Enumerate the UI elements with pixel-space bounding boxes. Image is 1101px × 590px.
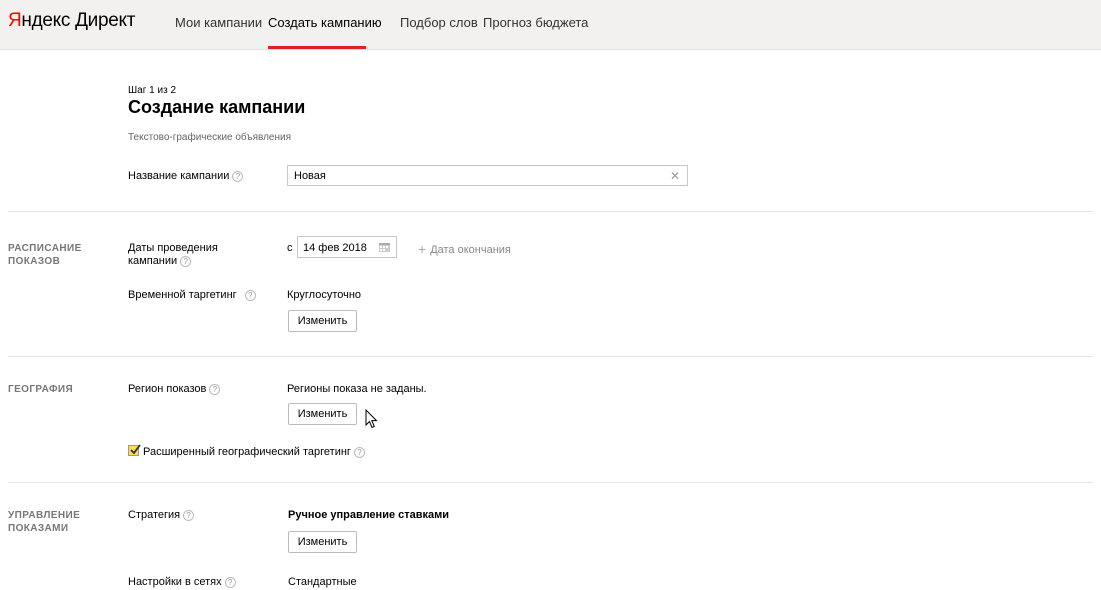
region-value: Регионы показа не заданы. [287, 383, 427, 395]
checkmark-icon [130, 444, 141, 455]
add-end-date-label: Дата окончания [430, 244, 511, 256]
help-icon[interactable]: ? [209, 384, 221, 395]
extended-geo-label[interactable]: Расширенный географический таргетинг? [143, 446, 365, 458]
strategy-value: Ручное управление ставками [288, 509, 450, 521]
nav-create-campaign[interactable]: Создать кампанию [268, 15, 382, 30]
logo-first-letter: Я [8, 10, 22, 31]
top-header: Яндекс Директ Мои кампании Создать кампан… [0, 0, 1101, 50]
extended-geo-checkbox[interactable] [128, 444, 141, 456]
help-icon[interactable]: ? [353, 447, 365, 458]
section-title-management: УПРАВЛЕНИЕ ПОКАЗАМИ [8, 509, 80, 535]
strategy-label: Стратегия? [128, 509, 195, 522]
section-title-management-line2: ПОКАЗАМИ [8, 523, 69, 534]
start-date-value[interactable]: 14 фев 2018 [303, 242, 367, 254]
campaign-name-label: Название кампании? [128, 170, 244, 183]
mouse-cursor-icon [365, 409, 378, 429]
time-targeting-label-text: Временной таргетинг [128, 289, 237, 301]
network-settings-label: Настройки в сетях? [128, 576, 236, 589]
yandex-direct-logo[interactable]: Яндекс Директ [8, 10, 135, 32]
active-tab-indicator [268, 46, 366, 49]
help-icon[interactable]: ? [183, 510, 195, 521]
step-indicator: Шаг 1 из 2 [128, 85, 177, 96]
campaign-dates-label: Даты проведения кампании? [128, 242, 218, 268]
help-icon[interactable]: ? [244, 290, 256, 301]
help-icon[interactable]: ? [180, 256, 192, 267]
network-settings-label-text: Настройки в сетях [128, 576, 222, 588]
campaign-name-label-text: Название кампании [128, 170, 230, 182]
calendar-icon[interactable] [379, 243, 390, 252]
section-title-schedule-line1: РАСПИСАНИЕ [8, 243, 82, 254]
change-region-button[interactable]: Изменить [288, 403, 357, 425]
campaign-dates-label-line2: кампании [128, 255, 178, 267]
section-divider [8, 482, 1093, 483]
nav-my-campaigns[interactable]: Мои кампании [175, 15, 262, 30]
campaign-type: Текстово-графические объявления [128, 132, 291, 143]
page-title: Создание кампании [128, 97, 306, 117]
strategy-label-text: Стратегия [128, 509, 181, 521]
time-targeting-value: Круглосуточно [287, 289, 362, 301]
nav-budget-forecast[interactable]: Прогноз бюджета [483, 15, 588, 30]
campaign-dates-label-line1: Даты проведения [128, 242, 218, 254]
logo-product: Директ [75, 10, 136, 31]
section-title-schedule: РАСПИСАНИЕ ПОКАЗОВ [8, 242, 82, 268]
help-icon[interactable]: ? [224, 577, 236, 588]
region-label: Регион показов? [128, 383, 221, 396]
section-title-management-line1: УПРАВЛЕНИЕ [8, 510, 81, 521]
extended-geo-label-text: Расширенный географический таргетинг [143, 446, 351, 458]
section-title-geography: ГЕОГРАФИЯ [8, 384, 74, 395]
region-label-text: Регион показов [128, 383, 207, 395]
close-icon[interactable]: ✕ [670, 169, 680, 183]
plus-icon: + [418, 241, 427, 257]
help-icon[interactable]: ? [232, 171, 244, 182]
add-end-date-link[interactable]: + Дата окончания [418, 241, 511, 257]
campaign-name-input[interactable]: Новая ✕ [287, 165, 688, 186]
change-time-targeting-button[interactable]: Изменить [288, 310, 357, 332]
network-settings-value: Стандартные [288, 576, 357, 588]
logo-brand-rest: ндекс [21, 10, 71, 31]
start-date-input[interactable]: 14 фев 2018 [297, 236, 397, 258]
time-targeting-label: Временной таргетинг? [128, 289, 256, 302]
section-title-schedule-line2: ПОКАЗОВ [8, 256, 61, 267]
section-divider [8, 356, 1093, 357]
nav-keyword-selection[interactable]: Подбор слов [400, 15, 478, 30]
date-from-prefix: с [287, 242, 293, 254]
campaign-name-value[interactable]: Новая [294, 170, 326, 182]
change-strategy-button[interactable]: Изменить [288, 531, 357, 553]
section-divider [8, 211, 1093, 212]
